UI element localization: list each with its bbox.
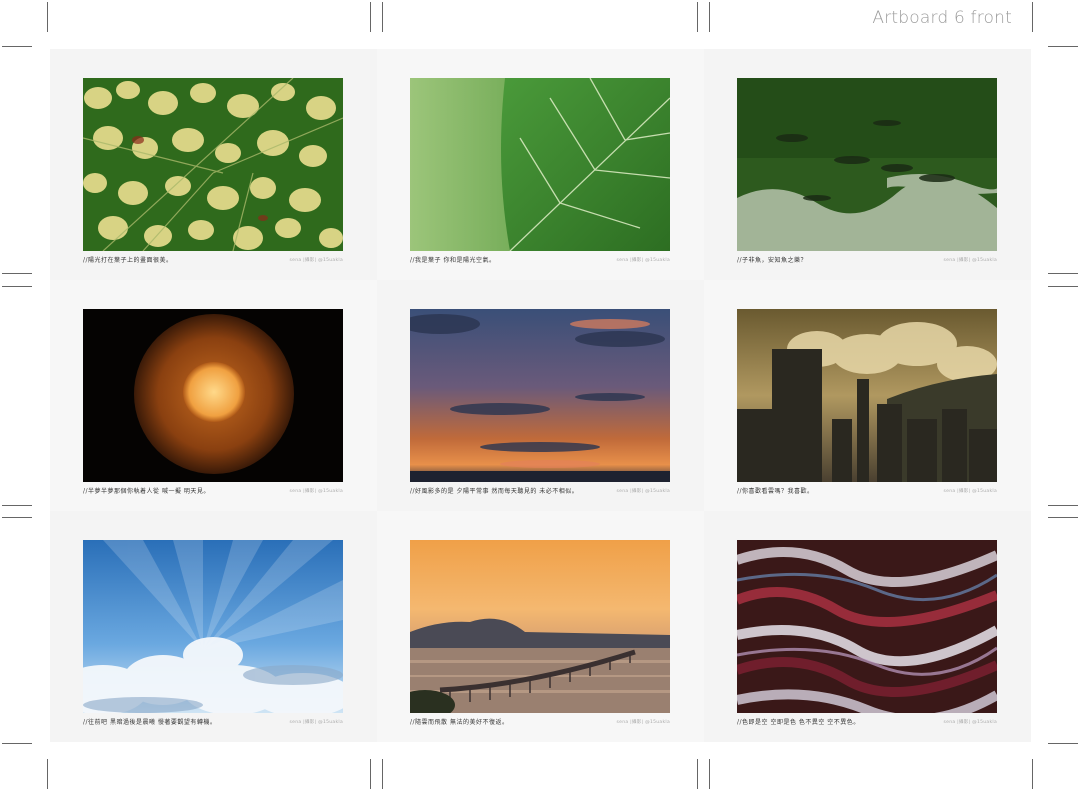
crop-mark xyxy=(1032,2,1033,32)
crop-mark xyxy=(47,2,48,32)
caption-row: //我是葉子 你和是陽光空氣。 sena |攝影| @15uakla xyxy=(410,255,670,264)
postcard: //陽光打在葉子上的畫面很美。 sena |攝影| @15uakla xyxy=(50,49,377,280)
crop-mark xyxy=(382,759,383,789)
crop-mark xyxy=(2,743,32,744)
postcard: //半夢半夢那個你執着人從 喊一擬 明天見。 sena |攝影| @15uakl… xyxy=(50,280,377,511)
caption-row: //隨雲而飛散 無法的美好不復返。 sena |攝影| @15uakla xyxy=(410,717,670,726)
caption-text: //色即是空 空即是色 色不異空 空不異色。 xyxy=(737,719,860,726)
photo-fish-water xyxy=(737,78,997,251)
photo-credit: sena |攝影| @15uakla xyxy=(943,257,997,263)
photo-leaf-spots xyxy=(83,78,343,251)
postcard: //好風影多的是 夕陽平常事 然而每天聽見的 未必不相似。 sena |攝影| … xyxy=(377,280,704,511)
postcard: //子非魚，安知魚之樂？ sena |攝影| @15uakla xyxy=(704,49,1031,280)
photo-lamp-orb xyxy=(83,309,343,482)
crop-mark xyxy=(697,2,698,32)
caption-text: //我是葉子 你和是陽光空氣。 xyxy=(410,257,496,264)
crop-mark xyxy=(1048,273,1078,274)
caption-row: //往前吧 黑暗過後是晨曦 慢著要觀望有轉機。 sena |攝影| @15uak… xyxy=(83,717,343,726)
postcard: //往前吧 黑暗過後是晨曦 慢著要觀望有轉機。 sena |攝影| @15uak… xyxy=(50,511,377,742)
crop-mark xyxy=(2,517,32,518)
photo-credit: sena |攝影| @15uakla xyxy=(616,719,670,725)
crop-mark xyxy=(709,759,710,789)
caption-text: //往前吧 黑暗過後是晨曦 慢著要觀望有轉機。 xyxy=(83,719,217,726)
crop-mark xyxy=(370,759,371,789)
crop-mark xyxy=(382,2,383,32)
photo-bridge-sunset xyxy=(410,540,670,713)
postcard: //你喜歡看雲嗎？我喜歡。 sena |攝影| @15uakla xyxy=(704,280,1031,511)
photo-credit: sena |攝影| @15uakla xyxy=(289,719,343,725)
photo-credit: sena |攝影| @15uakla xyxy=(943,719,997,725)
caption-row: //子非魚，安知魚之樂？ sena |攝影| @15uakla xyxy=(737,255,997,264)
artboard-title: Artboard 6 front xyxy=(872,8,1012,28)
crop-mark xyxy=(1048,743,1078,744)
caption-text: //隨雲而飛散 無法的美好不復返。 xyxy=(410,719,509,726)
postcard-sheet: //陽光打在葉子上的畫面很美。 sena |攝影| @15uakla //我是葉… xyxy=(50,49,1031,742)
crop-mark xyxy=(47,759,48,789)
caption-text: //陽光打在葉子上的畫面很美。 xyxy=(83,257,173,264)
caption-row: //你喜歡看雲嗎？我喜歡。 sena |攝影| @15uakla xyxy=(737,486,997,495)
crop-mark xyxy=(2,505,32,506)
crop-mark xyxy=(1048,46,1078,47)
crop-mark xyxy=(1032,759,1033,789)
photo-credit: sena |攝影| @15uakla xyxy=(289,488,343,494)
crop-mark xyxy=(697,759,698,789)
photo-credit: sena |攝影| @15uakla xyxy=(616,257,670,263)
caption-row: //陽光打在葉子上的畫面很美。 sena |攝影| @15uakla xyxy=(83,255,343,264)
caption-text: //半夢半夢那個你執着人從 喊一擬 明天見。 xyxy=(83,488,210,495)
photo-leaf-veins xyxy=(410,78,670,251)
photo-sun-rays xyxy=(83,540,343,713)
photo-credit: sena |攝影| @15uakla xyxy=(289,257,343,263)
crop-mark xyxy=(2,46,32,47)
postcard: //隨雲而飛散 無法的美好不復返。 sena |攝影| @15uakla xyxy=(377,511,704,742)
postcard: //我是葉子 你和是陽光空氣。 sena |攝影| @15uakla xyxy=(377,49,704,280)
photo-credit: sena |攝影| @15uakla xyxy=(616,488,670,494)
photo-abstract-liquid xyxy=(737,540,997,713)
caption-text: //你喜歡看雲嗎？我喜歡。 xyxy=(737,488,814,495)
caption-row: //色即是空 空即是色 色不異空 空不異色。 sena |攝影| @15uakl… xyxy=(737,717,997,726)
crop-mark xyxy=(2,286,32,287)
postcard: //色即是空 空即是色 色不異空 空不異色。 sena |攝影| @15uakl… xyxy=(704,511,1031,742)
crop-mark xyxy=(709,2,710,32)
crop-mark xyxy=(1048,286,1078,287)
caption-text: //好風影多的是 夕陽平常事 然而每天聽見的 未必不相似。 xyxy=(410,488,579,495)
photo-credit: sena |攝影| @15uakla xyxy=(943,488,997,494)
caption-row: //好風影多的是 夕陽平常事 然而每天聽見的 未必不相似。 sena |攝影| … xyxy=(410,486,670,495)
photo-city-clouds xyxy=(737,309,997,482)
caption-text: //子非魚，安知魚之樂？ xyxy=(737,257,808,264)
crop-mark xyxy=(370,2,371,32)
crop-mark xyxy=(2,273,32,274)
caption-row: //半夢半夢那個你執着人從 喊一擬 明天見。 sena |攝影| @15uakl… xyxy=(83,486,343,495)
crop-mark xyxy=(1048,505,1078,506)
photo-sunset-sky xyxy=(410,309,670,482)
crop-mark xyxy=(1048,517,1078,518)
